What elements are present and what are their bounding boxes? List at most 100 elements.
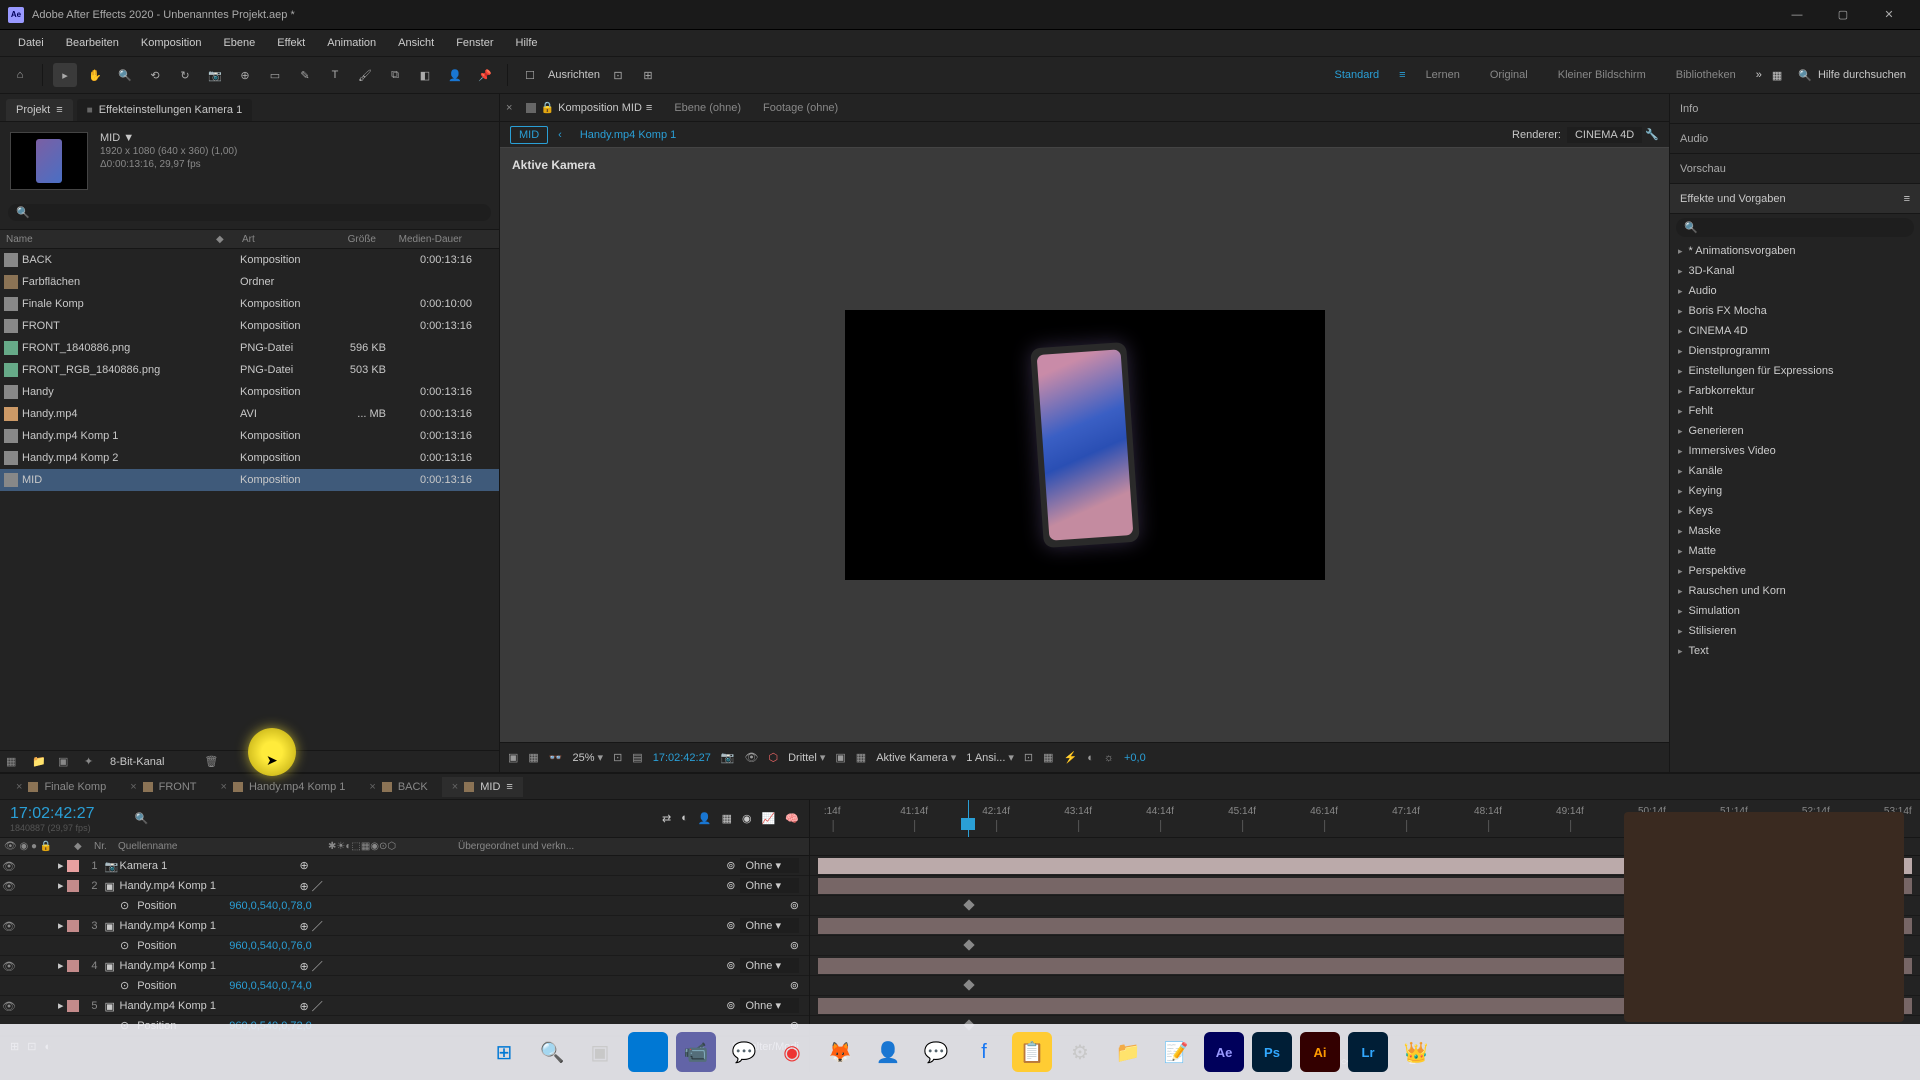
timeline-tab[interactable]: ×FRONT <box>120 777 206 797</box>
clone-tool-icon[interactable]: ⧉ <box>383 63 407 87</box>
col-type[interactable]: Art <box>236 234 316 245</box>
fast-icon[interactable]: ⚡ <box>1064 751 1078 764</box>
project-item[interactable]: FRONTKomposition0:00:13:16 <box>0 315 499 337</box>
menu-komposition[interactable]: Komposition <box>131 33 212 53</box>
timeline-tab[interactable]: ×Handy.mp4 Komp 1 <box>211 777 356 797</box>
eraser-tool-icon[interactable]: ◧ <box>413 63 437 87</box>
exposure-value[interactable]: +0,0 <box>1124 752 1146 764</box>
effects-category[interactable]: ▸Matte <box>1670 541 1920 561</box>
hand-tool-icon[interactable]: ✋ <box>83 63 107 87</box>
info-panel-tab[interactable]: Info <box>1670 94 1920 124</box>
workspace-edit-icon[interactable]: ▦ <box>1772 69 1782 82</box>
col-size[interactable]: Größe <box>316 234 382 245</box>
timeline-property[interactable]: ⊙ Position960,0,540,0,74,0⊚ <box>0 976 809 996</box>
project-item[interactable]: MIDKomposition0:00:13:16 <box>0 469 499 491</box>
effects-category[interactable]: ▸Keying <box>1670 481 1920 501</box>
project-item[interactable]: FRONT_RGB_1840886.pngPNG-Datei503 KB <box>0 359 499 381</box>
playhead[interactable] <box>968 800 969 837</box>
text-tool-icon[interactable]: T <box>323 63 347 87</box>
ae-taskbar-icon[interactable]: Ae <box>1204 1032 1244 1072</box>
minimize-button[interactable]: — <box>1774 0 1820 30</box>
orbit-tool-icon[interactable]: ⟲ <box>143 63 167 87</box>
menu-hilfe[interactable]: Hilfe <box>506 33 548 53</box>
show-snap-icon[interactable]: 👁 <box>745 751 759 764</box>
effects-category[interactable]: ▸Dienstprogramm <box>1670 341 1920 361</box>
project-item[interactable]: FarbflächenOrdner <box>0 271 499 293</box>
adjust-icon[interactable]: ✦ <box>84 755 100 769</box>
effects-category[interactable]: ▸3D-Kanal <box>1670 261 1920 281</box>
taskview-icon[interactable]: ▣ <box>580 1032 620 1072</box>
app5-icon[interactable]: 📋 <box>1012 1032 1052 1072</box>
effects-category[interactable]: ▸Simulation <box>1670 601 1920 621</box>
zoom-tool-icon[interactable]: 🔍 <box>113 63 137 87</box>
workspace-bibliotheken[interactable]: Bibliotheken <box>1666 69 1746 81</box>
effects-category[interactable]: ▸Fehlt <box>1670 401 1920 421</box>
bit-depth[interactable]: 8-Bit-Kanal <box>110 756 164 768</box>
rotate-tool-icon[interactable]: ↻ <box>173 63 197 87</box>
tab-menu-icon[interactable]: ≡ <box>646 102 652 114</box>
folder-icon[interactable]: 📁 <box>32 755 48 769</box>
effects-category[interactable]: ▸Farbkorrektur <box>1670 381 1920 401</box>
channel-icon[interactable]: ⬡ <box>769 751 779 764</box>
timeline-property[interactable]: ⊙ Position960,0,540,0,76,0⊚ <box>0 936 809 956</box>
timeline-tab[interactable]: ×Finale Komp <box>6 777 116 797</box>
workspace-menu-icon[interactable]: ≡ <box>1399 69 1405 81</box>
menu-ebene[interactable]: Ebene <box>213 33 265 53</box>
facebook-icon[interactable]: f <box>964 1032 1004 1072</box>
project-item[interactable]: Handy.mp4 Komp 2Komposition0:00:13:16 <box>0 447 499 469</box>
notepad-icon[interactable]: 📝 <box>1156 1032 1196 1072</box>
comp-flow-icon[interactable]: ⇄ <box>662 812 671 825</box>
obs-icon[interactable]: ⚙ <box>1060 1032 1100 1072</box>
motion-blur-icon[interactable]: ◉ <box>742 812 752 825</box>
ansicht-select[interactable]: 1 Ansi... ▾ <box>966 751 1014 764</box>
layer-tab[interactable]: Ebene (ohne) <box>666 98 749 118</box>
effects-category[interactable]: ▸Rauschen und Korn <box>1670 581 1920 601</box>
menu-datei[interactable]: Datei <box>8 33 54 53</box>
timeline-layer[interactable]: 👁▸3▣Handy.mp4 Komp 1⊕ ／⊚ Ohne ▾ <box>0 916 809 936</box>
camera-tool-icon[interactable]: 📷 <box>203 63 227 87</box>
project-item[interactable]: FRONT_1840886.pngPNG-Datei596 KB <box>0 337 499 359</box>
effects-category[interactable]: ▸Maske <box>1670 521 1920 541</box>
transparency-icon[interactable]: ▦ <box>528 751 538 764</box>
menu-animation[interactable]: Animation <box>317 33 386 53</box>
menu-ansicht[interactable]: Ansicht <box>388 33 444 53</box>
draft3d-icon[interactable]: ▦ <box>1043 751 1053 764</box>
search-taskbar-icon[interactable]: 🔍 <box>532 1032 572 1072</box>
always-preview-icon[interactable]: ▣ <box>508 751 518 764</box>
workspace-klein[interactable]: Kleiner Bildschirm <box>1548 69 1656 81</box>
footage-tab[interactable]: Footage (ohne) <box>755 98 846 118</box>
effects-category[interactable]: ▸CINEMA 4D <box>1670 321 1920 341</box>
pen-tool-icon[interactable]: ✎ <box>293 63 317 87</box>
effects-category[interactable]: ▸Audio <box>1670 281 1920 301</box>
parent-col[interactable]: Übergeordnet und verkn... <box>454 841 584 852</box>
effects-category[interactable]: ▸Immersives Video <box>1670 441 1920 461</box>
app6-icon[interactable]: 👑 <box>1396 1032 1436 1072</box>
shy-icon[interactable]: 👤 <box>698 812 712 825</box>
shape-tool-icon[interactable]: ▭ <box>263 63 287 87</box>
crumb-handy[interactable]: Handy.mp4 Komp 1 <box>572 127 684 143</box>
exposure-icon[interactable]: ☼ <box>1104 752 1114 764</box>
ai-taskbar-icon[interactable]: Ai <box>1300 1032 1340 1072</box>
grid-icon[interactable]: ▤ <box>632 751 642 764</box>
start-icon[interactable]: ⊞ <box>484 1032 524 1072</box>
workspace-standard[interactable]: Standard <box>1324 69 1389 81</box>
menu-fenster[interactable]: Fenster <box>446 33 503 53</box>
maximize-button[interactable]: ▢ <box>1820 0 1866 30</box>
firefox-icon[interactable]: 🦊 <box>820 1032 860 1072</box>
effects-category[interactable]: ▸* Animationsvorgaben <box>1670 241 1920 261</box>
preview-panel-tab[interactable]: Vorschau <box>1670 154 1920 184</box>
graph-icon[interactable]: 📈 <box>762 812 776 825</box>
puppet-tool-icon[interactable]: 📌 <box>473 63 497 87</box>
brain-icon[interactable]: 🧠 <box>785 812 799 825</box>
trash-icon[interactable]: 🗑 <box>204 755 220 769</box>
whatsapp-icon[interactable]: 💬 <box>724 1032 764 1072</box>
effect-controls-tab[interactable]: ■Effekteinstellungen Kamera 1 <box>77 99 253 121</box>
project-tab[interactable]: Projekt≡ <box>6 99 73 121</box>
selection-tool-icon[interactable]: ▸ <box>53 63 77 87</box>
snapshot-icon[interactable]: 📷 <box>721 751 735 764</box>
lr-taskbar-icon[interactable]: Lr <box>1348 1032 1388 1072</box>
col-label-icon[interactable]: ◆ <box>210 234 236 245</box>
effects-category[interactable]: ▸Keys <box>1670 501 1920 521</box>
zoom-level[interactable]: 25% ▾ <box>573 751 604 764</box>
menu-bearbeiten[interactable]: Bearbeiten <box>56 33 129 53</box>
